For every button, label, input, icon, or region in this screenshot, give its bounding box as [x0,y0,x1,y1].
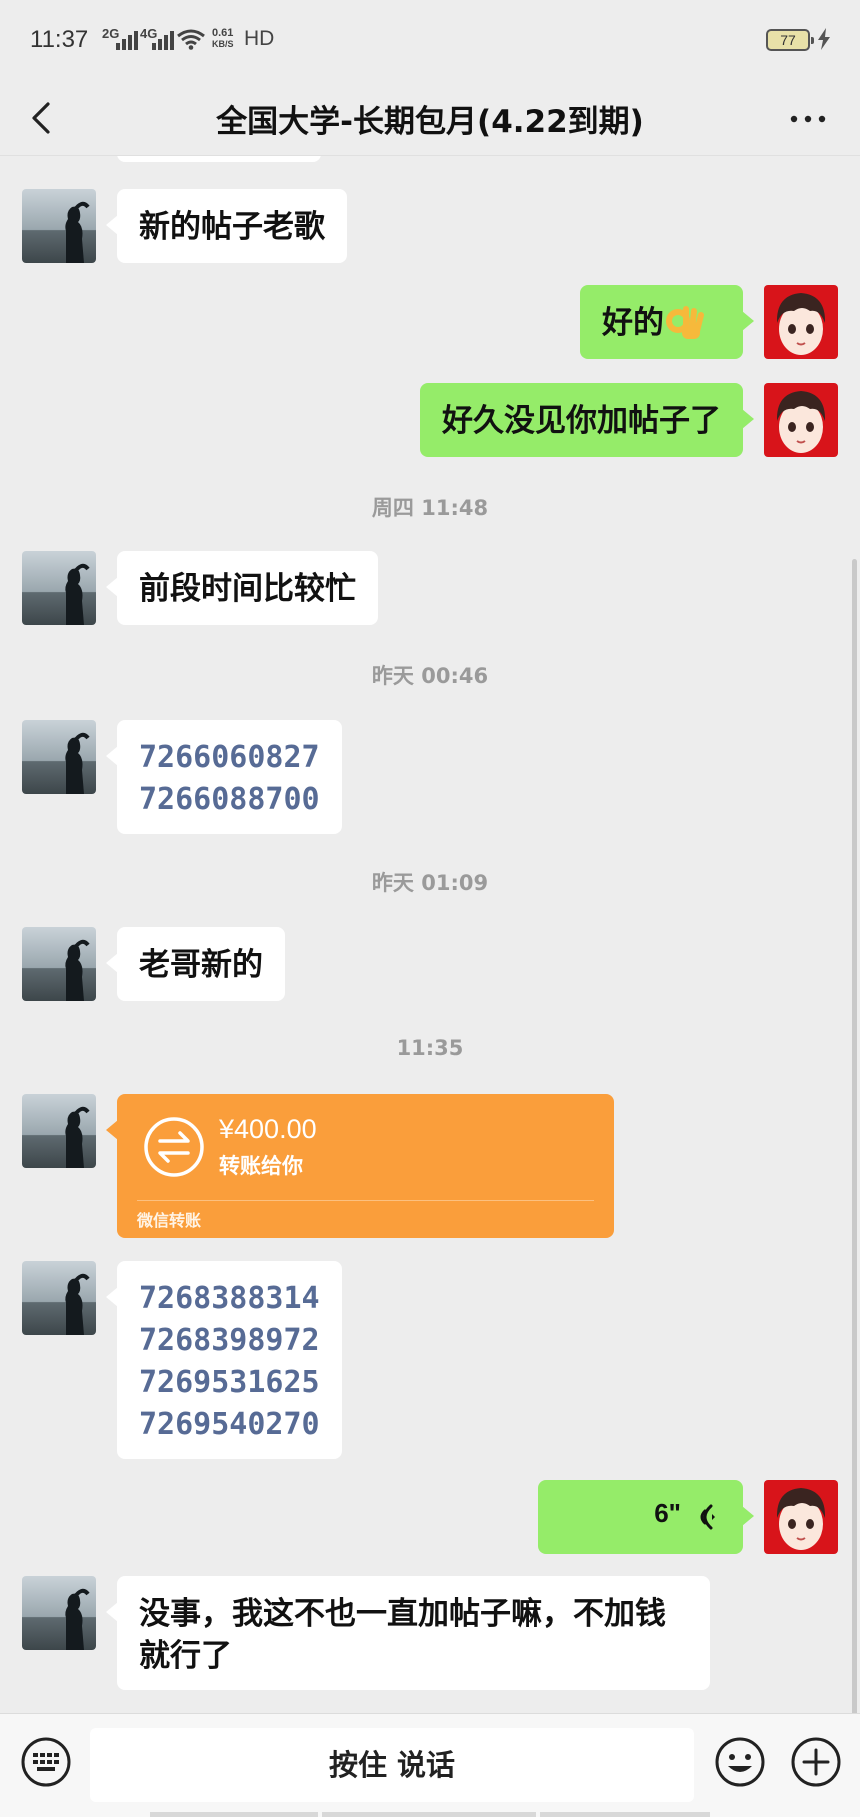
message-bubble-incoming[interactable]: 没事，我这不也一直加帖子嘛，不加钱就行了 [106,1576,710,1690]
message-text: 好久没见你加帖子了 [442,403,721,439]
contact-avatar[interactable] [22,1094,96,1168]
previous-message-bubble [117,156,321,162]
battery-icon: 77 [766,29,814,51]
my-avatar[interactable] [764,383,838,457]
status-bar: 11:37 2G 4G 0.61 KB/S HD 77 [0,0,860,80]
voice-duration: 6" [654,1498,681,1528]
timestamp: 周四 11:48 [371,496,489,520]
back-arrow-icon[interactable] [24,98,60,138]
message-bubble-incoming[interactable]: 前段时间比较忙 [106,551,378,625]
timestamp: 11:35 [396,1036,464,1060]
my-avatar[interactable] [764,285,838,359]
contact-avatar[interactable] [22,720,96,794]
transfer-card[interactable]: ¥400.00 转账给你 微信转账 [106,1094,614,1238]
number-link[interactable]: 7266060827 [139,737,320,779]
contact-avatar[interactable] [22,189,96,263]
status-time: 11:37 [30,26,89,53]
keyboard-hint-bar [150,1812,318,1817]
chat-area[interactable]: 新的帖子老歌 好的 好久没见你加帖子了 周四 11:48 前段时间比较忙 昨天 … [0,156,860,1713]
plus-icon[interactable] [790,1736,842,1788]
chat-header: 全国大学-长期包月(4.22到期) [0,80,860,156]
message-bubble-outgoing[interactable]: 好的 [580,285,754,359]
number-link[interactable]: 7268388314 [139,1278,320,1320]
contact-avatar[interactable] [22,1261,96,1335]
wifi-icon [177,29,205,50]
chat-scrollbar[interactable] [852,559,857,1713]
transfer-footer: 微信转账 [137,1211,202,1230]
battery-level: 77 [780,32,796,48]
message-text: 新的帖子老歌 [139,209,325,245]
signal-2-bars-icon [152,30,174,50]
timestamp: 昨天 01:09 [371,871,489,895]
message-text: 没事，我这不也一直加帖子嘛，不加钱就行了 [139,1596,666,1674]
signal-1-bars-icon [116,30,138,50]
number-link[interactable]: 7269531625 [139,1362,320,1404]
message-text: 好的 [602,305,664,341]
net-speed: 0.61 KB/S [212,27,234,50]
number-link[interactable]: 7266088700 [139,779,320,821]
timestamp: 昨天 00:46 [371,664,489,688]
message-bubble-outgoing[interactable]: 好久没见你加帖子了 [420,383,754,457]
ok-hand-emoji [666,306,704,339]
hold-to-talk-button[interactable]: 按住 说话 [90,1728,694,1802]
number-link[interactable]: 7268398972 [139,1320,320,1362]
contact-avatar[interactable] [22,551,96,625]
keyboard-hint-bar [322,1812,536,1817]
keyboard-icon[interactable] [20,1736,72,1788]
my-avatar[interactable] [764,1480,838,1554]
hd-label: HD [244,27,275,50]
more-icon[interactable] [788,104,828,134]
message-bubble-incoming[interactable]: 7268388314 7268398972 7269531625 7269540… [106,1261,342,1459]
keyboard-hint-bar [540,1812,710,1817]
message-text: 老哥新的 [139,947,263,983]
message-bubble-incoming[interactable]: 老哥新的 [106,927,285,1001]
transfer-subtitle: 转账给你 [219,1154,303,1178]
message-bubble-incoming[interactable]: 新的帖子老歌 [106,189,347,263]
contact-avatar[interactable] [22,927,96,1001]
input-bar: 按住 说话 [0,1713,860,1817]
transfer-amount: ¥400.00 [219,1114,317,1144]
chat-title: 全国大学-长期包月(4.22到期) [216,104,644,140]
emoji-icon[interactable] [714,1736,766,1788]
message-text: 前段时间比较忙 [139,571,356,607]
transfer-icon [144,1117,204,1177]
voice-message-bubble[interactable]: 6" [538,1480,754,1554]
message-bubble-incoming[interactable]: 7266060827 7266088700 [106,720,342,834]
contact-avatar[interactable] [22,1576,96,1650]
divider [137,1200,594,1201]
charging-icon [818,28,830,50]
voice-wave-icon [700,1504,715,1530]
number-link[interactable]: 7269540270 [139,1404,320,1446]
